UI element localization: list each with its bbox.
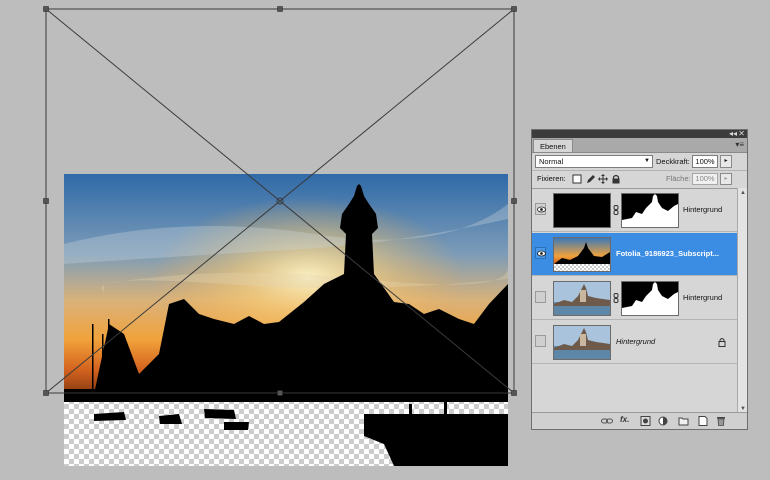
eye-icon (537, 250, 546, 257)
blend-row: Normal ▼ Deckkraft: 100% ▸ (532, 153, 747, 170)
opacity-input[interactable]: 100% (692, 155, 718, 168)
canvas-image[interactable] (64, 174, 508, 466)
new-layer-icon[interactable] (697, 416, 709, 426)
layer-name[interactable]: Fotolia_9186923_Subscript... (616, 249, 736, 259)
transform-handle-top-left[interactable] (43, 6, 49, 12)
transform-handle-bottom-left[interactable] (43, 390, 49, 396)
layer-visibility-toggle[interactable] (535, 203, 546, 215)
new-group-icon[interactable] (678, 416, 690, 426)
adjustment-layer-icon[interactable] (658, 416, 670, 426)
layer-thumbnail[interactable] (553, 237, 611, 272)
layer-thumbnail[interactable] (553, 193, 611, 228)
lock-brush-icon[interactable] (585, 174, 595, 184)
layer-name[interactable]: Hintergrund (616, 337, 696, 347)
transform-handle-bottom[interactable] (277, 390, 283, 396)
mask-link-icon[interactable] (613, 293, 619, 303)
layer-name[interactable]: Hintergrund (683, 205, 735, 215)
layer-list-scrollbar[interactable]: ▲ ▼ (737, 188, 747, 414)
lock-icon (718, 338, 726, 347)
mask-link-icon[interactable] (613, 205, 619, 215)
opacity-label: Deckkraft: (656, 157, 690, 166)
layer-visibility-toggle[interactable] (535, 247, 546, 259)
panel-collapse-button[interactable]: ◂◂ (729, 129, 737, 138)
panel-footer: fx. (532, 412, 747, 429)
fill-input[interactable]: 100% (692, 173, 718, 185)
layer-mask-icon[interactable] (640, 416, 652, 426)
lock-all-icon[interactable] (611, 174, 621, 184)
transform-handle-top[interactable] (277, 6, 283, 12)
layer-name[interactable]: Hintergrund (683, 293, 735, 303)
layer-row[interactable]: Hintergrund (532, 321, 737, 364)
fill-slider-button[interactable]: ▸ (720, 173, 732, 185)
panel-menu-button[interactable]: ▾≡ (735, 139, 744, 150)
tab-ebenen[interactable]: Ebenen (533, 139, 573, 152)
layer-row[interactable]: Fotolia_9186923_Subscript... (532, 233, 737, 276)
layer-visibility-toggle[interactable] (535, 335, 546, 347)
sunset-photo (64, 174, 508, 466)
fx-icon[interactable]: fx. (620, 415, 632, 425)
layer-thumbnail[interactable] (553, 325, 611, 360)
scroll-up-icon[interactable]: ▲ (739, 190, 747, 196)
transform-handle-bottom-right[interactable] (511, 390, 517, 396)
layer-row[interactable]: Hintergrund (532, 189, 737, 232)
transform-handle-right[interactable] (511, 198, 517, 204)
layers-panel: ◂◂ ✕ Ebenen ▾≡ Normal ▼ Deckkraft: 100% … (531, 129, 748, 430)
link-layers-icon[interactable] (601, 416, 613, 426)
layer-thumbnail[interactable] (553, 281, 611, 316)
panel-title-bar[interactable]: ◂◂ ✕ (532, 129, 747, 138)
blend-mode-value: Normal (539, 157, 564, 166)
lock-move-icon[interactable] (598, 174, 608, 184)
lock-label: Fixieren: (537, 174, 566, 183)
lock-transparent-icon[interactable] (572, 174, 582, 184)
lock-row: Fixieren: Fläche: 100% ▸ (532, 170, 747, 187)
transform-handle-top-right[interactable] (511, 6, 517, 12)
layer-mask-thumbnail[interactable] (621, 193, 679, 228)
transform-handle-left[interactable] (43, 198, 49, 204)
opacity-slider-button[interactable]: ▸ (720, 155, 732, 168)
layer-row[interactable]: Hintergrund (532, 277, 737, 320)
fill-label: Fläche: (666, 174, 691, 183)
panel-close-button[interactable]: ✕ (738, 129, 745, 138)
layer-mask-thumbnail[interactable] (621, 281, 679, 316)
eye-icon (537, 206, 546, 213)
blend-mode-select[interactable]: Normal ▼ (535, 155, 653, 168)
layer-list: Hintergrund Fotolia_9186923_Subscript...… (532, 188, 737, 415)
chevron-down-icon: ▼ (644, 158, 650, 164)
trash-icon[interactable] (716, 416, 728, 426)
layer-visibility-toggle[interactable] (535, 291, 546, 303)
panel-tab-bar: Ebenen ▾≡ (532, 138, 747, 153)
